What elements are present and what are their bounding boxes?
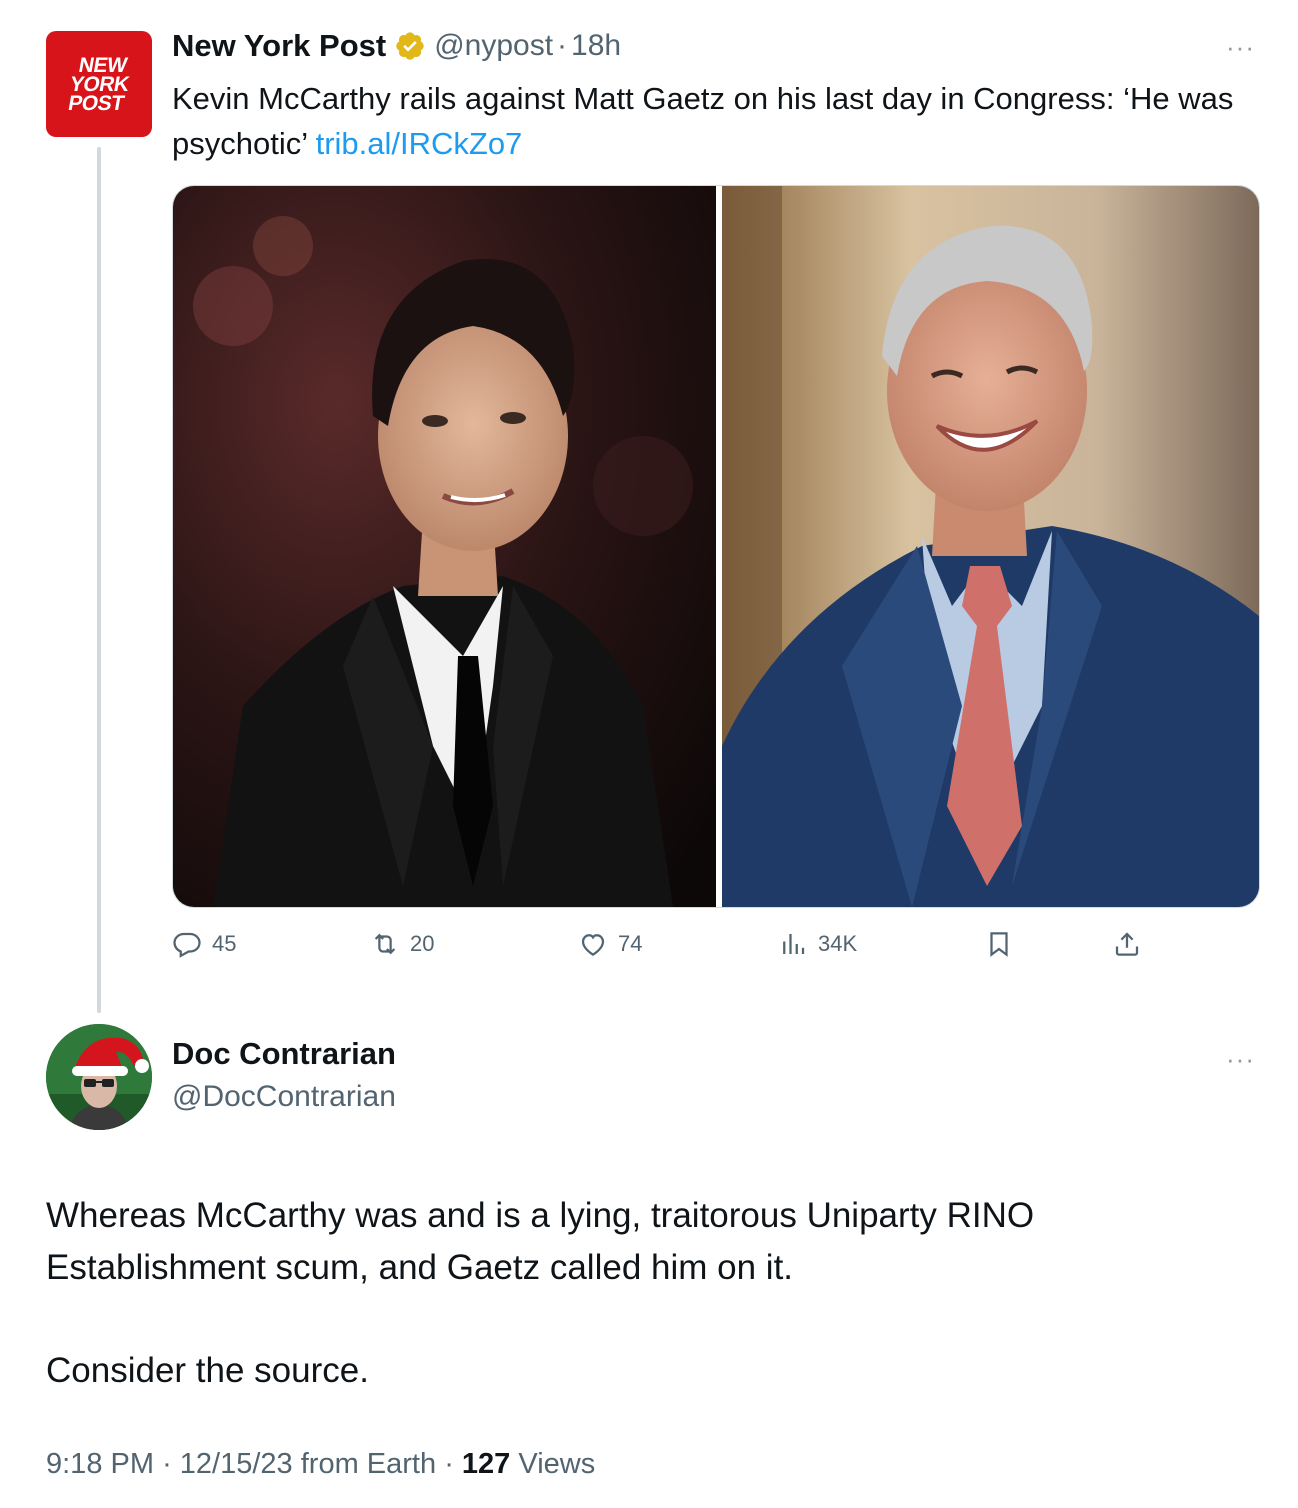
like-count: 74 <box>618 931 643 956</box>
dot-separator: · <box>162 1448 172 1480</box>
tweet-paragraph: Consider the source. <box>46 1351 369 1390</box>
reply-count: 45 <box>212 931 237 956</box>
quoted-tweet-header: New York Post @nypost · 18h <box>172 26 621 66</box>
tweet-link[interactable]: trib.al/IRCkZo7 <box>316 126 523 161</box>
tweet-source: from Earth <box>300 1448 437 1480</box>
bookmark-button[interactable] <box>984 918 1024 970</box>
views-label: Views <box>518 1448 596 1480</box>
more-options-icon[interactable]: ··· <box>1226 32 1255 63</box>
author-name[interactable]: Doc Contrarian <box>172 1036 396 1072</box>
views-count: 34K <box>818 931 858 956</box>
nypost-logo: NEW YORK POST <box>65 53 134 115</box>
views-button[interactable]: 34K <box>778 918 857 970</box>
repost-button[interactable]: 20 <box>370 918 434 970</box>
reply-tweet-text: Whereas McCarthy was and is a lying, tra… <box>46 1190 1246 1397</box>
tweet-metadata: 9:18 PM · 12/15/23 from Earth · 127 View… <box>46 1448 595 1481</box>
reply-button[interactable]: 45 <box>172 918 236 970</box>
nypost-logo-line: YORK <box>67 72 131 96</box>
verified-badge-icon <box>396 32 424 60</box>
tweet-paragraph: Whereas McCarthy was and is a lying, tra… <box>46 1196 1035 1287</box>
thread-connector-line <box>97 147 101 1013</box>
analytics-icon <box>783 934 805 954</box>
dot-separator: · <box>444 1448 454 1480</box>
tweet-time[interactable]: 18h <box>571 29 621 63</box>
nypost-avatar[interactable]: NEW YORK POST <box>46 31 152 137</box>
photo-man-black-tuxedo-image <box>173 186 716 907</box>
author-handle[interactable]: @DocContrarian <box>172 1080 396 1114</box>
repost-count: 20 <box>410 931 435 956</box>
quoted-tweet-text: Kevin McCarthy rails against Matt Gaetz … <box>172 76 1272 166</box>
reply-icon <box>173 932 201 958</box>
bookmark-icon <box>990 932 1008 957</box>
avatar-santa-hat-man-image <box>46 1024 152 1130</box>
like-button[interactable]: 74 <box>578 918 642 970</box>
tweet-date[interactable]: 12/15/23 <box>180 1448 293 1480</box>
photo-man-blue-suit-smiling[interactable] <box>722 186 1259 907</box>
share-icon <box>1115 932 1139 956</box>
doc-contrarian-avatar[interactable] <box>46 1024 152 1130</box>
photo-man-blue-suit-image <box>722 186 1259 907</box>
views-count: 127 <box>461 1448 511 1480</box>
repost-icon <box>374 933 396 955</box>
tweet-time[interactable]: 9:18 PM <box>46 1448 154 1480</box>
dot-separator: · <box>557 29 568 62</box>
heart-icon <box>581 934 605 956</box>
author-handle[interactable]: @nypost <box>434 29 553 63</box>
tweet-actions-bar: 45 20 74 34K <box>172 918 1152 970</box>
nypost-logo-line: NEW <box>76 53 129 77</box>
share-button[interactable] <box>1112 918 1152 970</box>
tweet-media-grid[interactable] <box>172 185 1260 908</box>
nypost-logo-line: POST <box>66 91 126 115</box>
author-name[interactable]: New York Post <box>172 28 386 64</box>
photo-man-black-tuxedo[interactable] <box>173 186 716 907</box>
more-options-icon[interactable]: ··· <box>1226 1044 1255 1075</box>
